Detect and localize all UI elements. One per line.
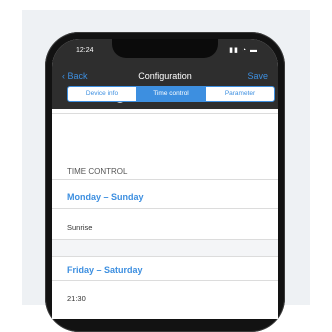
divider (52, 179, 278, 180)
phone-notch (112, 39, 218, 58)
divider (52, 208, 278, 209)
section-header: TIME CONTROL (67, 167, 128, 176)
group-value-time[interactable]: 21:30 (67, 294, 86, 303)
save-button[interactable]: Save (247, 71, 268, 81)
tab-device-info[interactable]: Device info (68, 87, 136, 101)
signal-wifi-battery-icons: ▮▮ ◔ ▬ (229, 47, 258, 54)
divider (52, 280, 278, 281)
status-bar: 12:24 ▮▮ ◔ ▬ (52, 39, 278, 63)
tab-time-control[interactable]: Time control (136, 87, 205, 101)
tab-parameter[interactable]: Parameter (205, 87, 274, 101)
status-time: 12:24 (76, 47, 94, 54)
divider (52, 256, 278, 257)
spacer-band (52, 240, 278, 256)
group-title-monday-sunday[interactable]: Monday – Sunday (67, 192, 144, 202)
phone-screen: 12:24 ▮▮ ◔ ▬ ‹ Back Configuration Save i… (52, 39, 278, 319)
page-title: Configuration (138, 71, 192, 81)
segmented-tabs: Device info Time control Parameter (67, 86, 275, 102)
divider (52, 113, 278, 114)
group-value-sunrise[interactable]: Sunrise (67, 223, 92, 232)
group-title-friday-saturday[interactable]: Friday – Saturday (67, 265, 143, 275)
